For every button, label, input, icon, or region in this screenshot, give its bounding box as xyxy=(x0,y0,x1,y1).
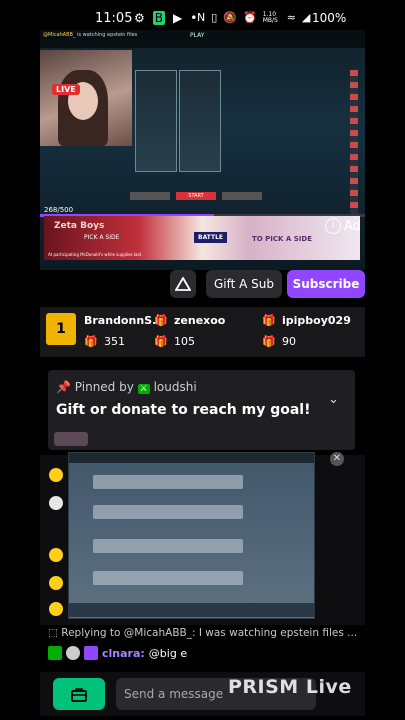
emote-icon xyxy=(49,496,63,510)
shop-button[interactable] xyxy=(53,678,105,710)
vibrate-icon: ▯ xyxy=(211,11,218,24)
rank-3-gift-icon: 🎁 xyxy=(262,314,276,327)
rank-2-gift-icon: 🎁 xyxy=(154,314,168,327)
pinned-label: 📌 Pinned by ⚔ loudshi xyxy=(56,380,197,394)
game-button-right xyxy=(222,192,262,200)
leaderboard-value: 90 xyxy=(282,335,296,348)
emote-badge-icon xyxy=(66,646,80,660)
ad-battle: BATTLE xyxy=(194,232,227,243)
nfc-icon: N xyxy=(197,11,206,24)
leaderboard-name: ipipboy029 xyxy=(282,314,351,327)
stream-video-player[interactable]: @MicahABB_ is watching epstein files PLA… xyxy=(40,30,365,270)
agent-card-2 xyxy=(179,70,221,172)
gift-leaderboard[interactable]: 1 BrandonnS.. 🎁 351 🎁 zenexoo 🎁 105 🎁 ip… xyxy=(40,307,365,357)
pin-icon: 📌 xyxy=(56,380,71,394)
ad-banner[interactable]: Zeta Boys PICK A SIDE BATTLE TO PICK A S… xyxy=(44,216,360,260)
view-progress-count: 268/500 xyxy=(44,206,74,214)
gift-sub-button[interactable]: Gift A Sub xyxy=(206,270,282,298)
emote-icon xyxy=(49,548,63,562)
sub-badge-icon xyxy=(84,646,98,660)
chat-message[interactable]: clnara: @big e xyxy=(48,646,187,660)
emote-icon xyxy=(49,576,63,590)
prime-button[interactable] xyxy=(170,270,196,298)
subscribe-button[interactable]: Subscribe xyxy=(287,270,365,298)
overlay-chat-text: is watching epstein files xyxy=(77,32,138,38)
chevron-down-icon[interactable]: ⌄ xyxy=(328,392,339,407)
mute-icon: 🔕 xyxy=(223,11,237,24)
game-agent-cards xyxy=(135,70,225,180)
prime-crown-icon xyxy=(175,277,191,291)
overlay-chat-user: @MicahABB_ xyxy=(43,32,76,38)
system-icons: N ▯ 🔕 ⏰ 1.10 MB/S ≈ ◢ xyxy=(197,11,310,24)
emote-icon xyxy=(49,468,63,482)
battery-level: 100% xyxy=(312,11,347,25)
ad-promo: PICK A SIDE xyxy=(84,234,120,241)
streamer-webcam: LIVE xyxy=(40,50,132,146)
pinned-thumbnail xyxy=(54,432,88,446)
agent-card-1 xyxy=(135,70,177,172)
leaderboard-value: 105 xyxy=(174,335,195,348)
game-start-button: START xyxy=(176,192,216,200)
emote-icon xyxy=(49,602,63,616)
signal-icon: ◢ xyxy=(301,11,311,24)
network-speed: 1.10 MB/S xyxy=(262,10,278,24)
notification-icons: ⚙ B ▶ • xyxy=(134,11,197,25)
gift-icon: 🎁 xyxy=(84,335,98,348)
game-header: PLAY xyxy=(190,32,205,39)
pinned-prefix: Pinned by xyxy=(74,380,134,394)
gift-icon: 🎁 xyxy=(262,335,276,348)
reply-text: Replying to @MicahABB_: I was watching e… xyxy=(61,627,358,639)
ad-label: Ad xyxy=(344,218,361,234)
live-badge: LIVE xyxy=(52,84,80,95)
reply-icon: ⬚ xyxy=(48,627,58,639)
pinned-message[interactable]: 📌 Pinned by ⚔ loudshi Gift or donate to … xyxy=(48,370,355,450)
leaderboard-item[interactable]: 🎁 zenexoo 🎁 105 xyxy=(154,311,254,353)
leaderboard-name: BrandonnS.. xyxy=(84,314,161,327)
ad-brand: Zeta Boys xyxy=(54,221,105,231)
leaderboard-item[interactable]: 1 BrandonnS.. 🎁 351 xyxy=(46,311,160,353)
leaderboard-value: 351 xyxy=(104,335,125,348)
overlay-line xyxy=(93,539,243,553)
youtube-icon: ▶ xyxy=(173,11,183,25)
chat-text: @big e xyxy=(148,646,188,660)
app-icon: B xyxy=(152,11,165,25)
game-scoreboard xyxy=(350,70,364,220)
status-time: 11:05 xyxy=(95,11,133,26)
action-row: Gift A Sub Subscribe xyxy=(40,270,365,306)
pinned-text: Gift or donate to reach my goal! xyxy=(56,402,311,418)
pinned-by-user: loudshi xyxy=(153,380,197,394)
reply-context: ⬚ Replying to @MicahABB_: I was watching… xyxy=(48,627,368,639)
settings-icon: ⚙ xyxy=(134,11,145,25)
rank-1-gift-icon: 1 xyxy=(46,313,76,345)
overlay-line xyxy=(93,571,243,585)
prism-live-watermark: PRISM Live xyxy=(228,676,352,698)
close-icon[interactable]: ✕ xyxy=(330,452,344,466)
ad-fine-print: At participating McDonald's while suppli… xyxy=(48,252,143,257)
wifi-icon: ≈ xyxy=(286,11,296,24)
gift-icon: 🎁 xyxy=(154,335,168,348)
overlay-header xyxy=(69,453,314,463)
overlay-line xyxy=(93,505,243,519)
game-button-left xyxy=(130,192,170,200)
ad-tagline: TO PICK A SIDE xyxy=(252,235,312,243)
alarm-icon: ⏰ xyxy=(243,11,257,24)
leaderboard-item[interactable]: 🎁 ipipboy029 🎁 90 xyxy=(262,311,365,353)
chat-username[interactable]: clnara: xyxy=(102,647,145,660)
leaderboard-name: zenexoo xyxy=(174,314,226,327)
clip-overlay[interactable] xyxy=(68,452,315,619)
bag-icon xyxy=(71,688,87,702)
info-icon[interactable]: i xyxy=(325,218,341,234)
mod-badge-icon xyxy=(48,646,62,660)
overlay-line xyxy=(93,475,243,489)
mod-badge-icon: ⚔ xyxy=(137,384,150,394)
overlay-footer xyxy=(69,603,314,617)
ad-info[interactable]: i Ad xyxy=(325,218,361,234)
